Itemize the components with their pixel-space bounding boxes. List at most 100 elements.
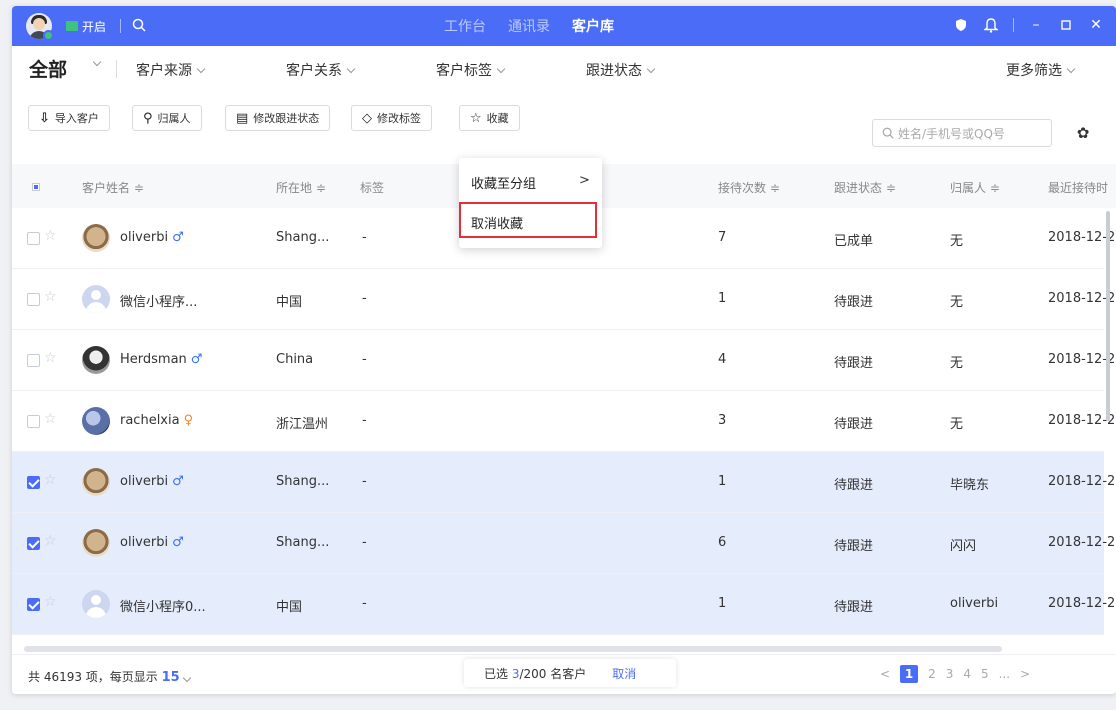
filter-source[interactable]: 客户来源 [136,60,206,80]
app-window: 开启 工作台 通讯录 客户库 – ✕ 全部 客户来源 客户关系 客户标签 跟进状… [12,6,1116,694]
col-location[interactable]: 所在地 ≑ [276,179,326,196]
main-nav: 工作台 通讯录 客户库 [444,16,614,36]
filter-tag[interactable]: 客户标签 [436,60,506,80]
row-checkbox[interactable] [27,293,40,306]
horizontal-scrollbar[interactable] [24,646,1002,652]
owner-cell: 无 [950,417,964,432]
customer-name[interactable]: 微信小程序... [120,291,197,310]
row-checkbox[interactable] [27,476,40,489]
bell-icon[interactable] [983,16,999,34]
filter-all[interactable]: 全部 [29,55,67,82]
status-cell: 待跟进 [834,417,874,432]
customer-name[interactable]: oliverbi ♂ [120,230,184,245]
star-icon[interactable]: ☆ [44,350,57,366]
star-icon[interactable]: ☆ [44,228,57,244]
vertical-scrollbar[interactable] [1106,211,1110,421]
tag-cell: - [362,291,367,306]
status-cell: 已成单 [834,234,874,249]
star-icon[interactable]: ☆ [44,533,57,549]
open-toggle-button[interactable]: 开启 [66,17,106,35]
customer-name[interactable]: rachelxia ♀ [120,413,193,428]
star-icon[interactable]: ☆ [44,594,57,610]
page-2[interactable]: 2 [928,667,936,681]
nav-tab-workbench[interactable]: 工作台 [444,16,486,36]
pagination: < 1 2 3 4 5 ... > [880,665,1030,683]
search-icon [882,127,894,139]
visits-cell: 7 [718,230,727,245]
customer-name[interactable]: oliverbi ♂ [120,474,184,489]
table-row[interactable]: ☆ oliverbi ♂ Shang... - 6 待跟进 闪闪 2018-12-… [12,513,1115,574]
page-4[interactable]: 4 [963,667,971,681]
table-row[interactable]: ☆ 微信小程序0... 中国 - 1 待跟进 oliverbi 2018-12-… [12,574,1115,635]
import-customer-button[interactable]: ⇩ 导入客户 [28,105,110,131]
row-checkbox[interactable] [27,415,40,428]
page-1[interactable]: 1 [900,665,919,683]
col-visits[interactable]: 接待次数 ≑ [718,179,780,196]
search-input[interactable]: 姓名/手机号或QQ号 [872,119,1052,147]
maximize-icon[interactable] [1058,16,1074,34]
filter-more[interactable]: 更多筛选 [1006,60,1076,80]
page-size-select[interactable]: 15 [162,670,180,685]
favorite-label: 收藏 [486,112,509,125]
col-status[interactable]: 跟进状态 ≑ [834,179,896,196]
row-checkbox[interactable] [27,232,40,245]
next-page-button[interactable]: > [1020,667,1030,681]
filter-relation-label: 客户关系 [286,63,342,79]
male-icon: ♂ [172,474,184,489]
table-row[interactable]: ☆ rachelxia ♀ 浙江温州 - 3 待跟进 无 2018-12-2 [12,391,1115,452]
table-row[interactable]: ☆ 微信小程序... 中国 - 1 待跟进 无 2018-12-2 [12,269,1115,330]
row-checkbox[interactable] [27,537,40,550]
filter-status[interactable]: 跟进状态 [586,60,656,80]
prev-page-button[interactable]: < [880,667,890,681]
cancel-selection-button[interactable]: 取消 [612,665,636,682]
customer-name-text: oliverbi [120,474,169,489]
star-icon[interactable]: ☆ [44,411,57,427]
chevron-right-icon: > [579,173,590,188]
nav-tab-customers[interactable]: 客户库 [572,16,614,36]
favorite-button[interactable]: ☆ 收藏 [459,105,520,131]
page-3[interactable]: 3 [946,667,954,681]
customer-name[interactable]: Herdsman ♂ [120,352,202,367]
customer-name-text: Herdsman [120,352,187,367]
selection-prefix: 已选 [484,666,512,681]
shield-icon[interactable] [953,16,969,34]
edit-tag-button[interactable]: ◇ 修改标签 [351,105,432,131]
clipboard-icon: ▤ [236,110,249,126]
title-bar: 开启 工作台 通讯录 客户库 – ✕ [12,6,1116,46]
gear-icon[interactable]: ✿ [1074,124,1092,142]
col-owner[interactable]: 归属人 ≑ [950,179,1000,196]
location-cell: Shang... [276,474,330,489]
chevron-down-icon [646,64,656,73]
row-checkbox[interactable] [27,354,40,367]
page-ellipsis[interactable]: ... [999,667,1010,681]
menu-item-unfavorite[interactable]: 取消收藏 [471,213,523,232]
close-icon[interactable]: ✕ [1088,16,1104,34]
edit-status-button[interactable]: ▤ 修改跟进状态 [225,105,331,131]
select-all-checkbox[interactable] [32,183,40,191]
chevron-down-icon[interactable] [182,673,191,683]
assign-owner-button[interactable]: ⚲ 归属人 [132,105,202,131]
minimize-icon[interactable]: – [1028,16,1044,34]
search-icon[interactable] [132,18,146,32]
edit-status-label: 修改跟进状态 [253,112,320,125]
location-cell: 中国 [276,295,303,310]
row-checkbox[interactable] [27,598,40,611]
table-row[interactable]: ☆ Herdsman ♂ China - 4 待跟进 无 2018-12-2 [12,330,1115,391]
customer-name[interactable]: oliverbi ♂ [120,535,184,550]
col-name[interactable]: 客户姓名 ≑ [82,179,144,196]
avatar [82,346,110,374]
nav-tab-contacts[interactable]: 通讯录 [508,16,550,36]
menu-item-favorite-to-group[interactable]: 收藏至分组 [471,173,536,192]
star-icon[interactable]: ☆ [44,289,57,305]
col-last-visit[interactable]: 最近接待时 [1048,179,1108,196]
total-count: 共 46193 项，每页显示 15 [28,668,191,685]
female-icon: ♀ [183,413,194,428]
table-row[interactable]: ☆ oliverbi ♂ Shang... - 1 待跟进 毕晓东 2018-12… [12,452,1115,513]
owner-label: 归属人 [157,112,191,125]
location-cell: Shang... [276,535,330,550]
chevron-down-icon[interactable] [92,57,102,67]
page-5[interactable]: 5 [981,667,989,681]
star-icon[interactable]: ☆ [44,472,57,488]
filter-relation[interactable]: 客户关系 [286,60,356,80]
customer-name[interactable]: 微信小程序0... [120,596,206,615]
